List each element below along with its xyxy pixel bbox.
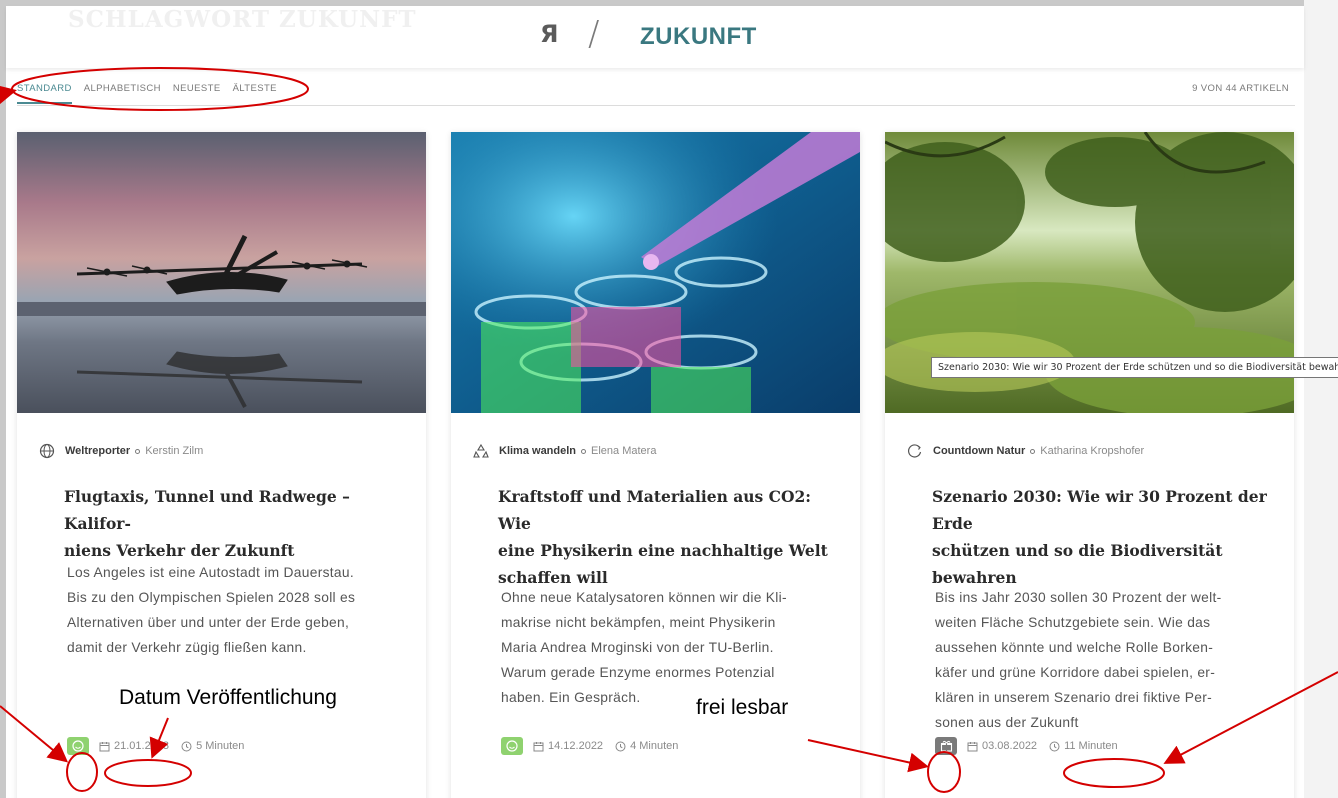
series-name[interactable]: Countdown Natur	[933, 445, 1025, 457]
sort-tab-neueste[interactable]: NEUESTE	[173, 83, 221, 104]
window-frame-left	[0, 0, 6, 798]
clock-icon	[181, 741, 192, 751]
article-footer: 14.12.2022 4 Minuten	[501, 737, 690, 755]
teaser-line: käfer und grüne Korridore dabei spielen,…	[935, 665, 1216, 680]
teaser-line: aussehen könnte und welche Rolle Borken-	[935, 640, 1214, 655]
title-line: Kraftstoff und Materialien aus CO2: Wie	[498, 487, 812, 533]
teaser-line: Bis zu den Olympischen Spielen 2028 soll…	[67, 590, 356, 605]
title-line: eine Physikerin eine nachhaltige Welt	[498, 541, 828, 560]
ghost-page-title: SCHLAGWORT ZUKUNFT	[68, 6, 417, 33]
annotation-date-label: Datum Veröffentlichung	[119, 686, 337, 709]
publish-date: 14.12.2022	[533, 740, 603, 752]
teaser-line: Maria Andrea Mroginski von der TU-Berlin…	[501, 640, 774, 655]
teaser-line: Bis ins Jahr 2030 sollen 30 Prozent der …	[935, 590, 1222, 605]
article-meta: Klima wandeln Elena Matera	[473, 443, 656, 459]
article-teaser: Bis ins Jahr 2030 sollen 30 Prozent der …	[935, 585, 1275, 735]
meta-separator	[581, 448, 587, 454]
sort-tabs: STANDARD ALPHABETISCH NEUESTE ÄLTESTE	[17, 83, 277, 104]
date-text: 03.08.2022	[982, 740, 1038, 752]
author-name[interactable]: Kerstin Zilm	[145, 445, 203, 457]
recycle-icon	[473, 443, 489, 458]
meta-separator	[1030, 448, 1036, 454]
series-name[interactable]: Klima wandeln	[499, 445, 576, 457]
sort-bar: STANDARD ALPHABETISCH NEUESTE ÄLTESTE 9 …	[17, 80, 1295, 106]
teaser-line: sonen aus der Zukunft	[935, 715, 1079, 730]
series-name[interactable]: Weltreporter	[65, 445, 130, 457]
gift-icon	[935, 737, 957, 755]
teaser-line: Los Angeles ist eine Autostadt im Dauers…	[67, 565, 355, 580]
article-footer: 03.08.2022 11 Minuten	[935, 737, 1130, 755]
date-text: 21.01.2023	[114, 740, 170, 752]
aircraft-photo[interactable]	[17, 132, 426, 413]
article-teaser: Los Angeles ist eine Autostadt im Dauers…	[67, 560, 407, 660]
publish-date: 03.08.2022	[967, 740, 1037, 752]
reading-time: 4 Minuten	[615, 740, 678, 752]
article-meta: Countdown Natur Katharina Kropshofer	[907, 443, 1144, 459]
clock-icon	[1049, 741, 1060, 751]
sort-tab-aelteste[interactable]: ÄLTESTE	[233, 83, 277, 104]
article-title[interactable]: Flugtaxis, Tunnel und Radwege – Kalifor-…	[64, 483, 404, 564]
article-card[interactable]: Klima wandeln Elena Matera Kraftstoff un…	[451, 132, 860, 798]
teaser-line: Warum gerade Enzyme enormes Potenzial	[501, 665, 775, 680]
teaser-line: klären in unserem Szenario drei fiktive …	[935, 690, 1212, 705]
author-name[interactable]: Katharina Kropshofer	[1040, 445, 1144, 457]
reading-time-text: 11 Minuten	[1064, 740, 1118, 752]
teaser-line: damit der Verkehr zügig fließen kann.	[67, 640, 307, 655]
title-line: schützen und so die Biodiversität	[932, 541, 1223, 560]
reading-time-text: 5 Minuten	[196, 740, 245, 752]
brand-logo[interactable]: Я	[540, 20, 558, 48]
title-line: Szenario 2030: Wie wir 30 Prozent der Er…	[932, 487, 1267, 533]
article-meta: Weltreporter Kerstin Zilm	[39, 443, 203, 459]
article-card[interactable]: Countdown Natur Katharina Kropshofer Sze…	[885, 132, 1294, 798]
page-gutter-right	[1304, 0, 1338, 798]
article-teaser: Ohne neue Katalysatoren können wir die K…	[501, 585, 841, 710]
article-title[interactable]: Kraftstoff und Materialien aus CO2: Wie …	[498, 483, 838, 591]
meta-separator	[135, 448, 141, 454]
sort-tab-standard[interactable]: STANDARD	[17, 83, 72, 104]
teaser-line: haben. Ein Gespräch.	[501, 690, 641, 705]
date-text: 14.12.2022	[548, 740, 604, 752]
smiley-icon	[67, 737, 89, 755]
teaser-line: weiten Fläche Schutzgebiete sein. Wie da…	[935, 615, 1211, 630]
brand-separator: /	[588, 14, 600, 54]
page-title: ZUKUNFT	[640, 23, 757, 50]
author-name[interactable]: Elena Matera	[591, 445, 656, 457]
teaser-line: Alternativen über und unter der Erde geb…	[67, 615, 350, 630]
site-header: SCHLAGWORT ZUKUNFT Я / ZUKUNFT	[6, 6, 1304, 68]
countdown-icon	[908, 444, 922, 458]
clock-icon	[615, 741, 626, 751]
reading-time: 11 Minuten	[1049, 740, 1118, 752]
article-count: 9 VON 44 ARTIKELN	[1192, 83, 1289, 94]
globe-icon	[39, 443, 55, 459]
test-tubes-photo[interactable]	[451, 132, 860, 413]
article-title[interactable]: Szenario 2030: Wie wir 30 Prozent der Er…	[932, 483, 1272, 591]
calendar-icon	[967, 741, 978, 751]
annotation-free-label: frei lesbar	[696, 696, 789, 719]
image-tooltip: Szenario 2030: Wie wir 30 Prozent der Er…	[931, 357, 1338, 378]
article-footer: 21.01.2023 5 Minuten	[67, 737, 256, 755]
title-line: Flugtaxis, Tunnel und Radwege – Kalifor-	[64, 487, 350, 533]
reading-time-text: 4 Minuten	[630, 740, 679, 752]
reading-time: 5 Minuten	[181, 740, 244, 752]
teaser-line: Ohne neue Katalysatoren können wir die K…	[501, 590, 787, 605]
sort-tab-alphabetisch[interactable]: ALPHABETISCH	[84, 83, 161, 104]
teaser-line: makrise nicht bekämpfen, meint Physikeri…	[501, 615, 776, 630]
publish-date: 21.01.2023	[99, 740, 169, 752]
smiley-icon	[501, 737, 523, 755]
calendar-icon	[533, 741, 544, 751]
calendar-icon	[99, 741, 110, 751]
